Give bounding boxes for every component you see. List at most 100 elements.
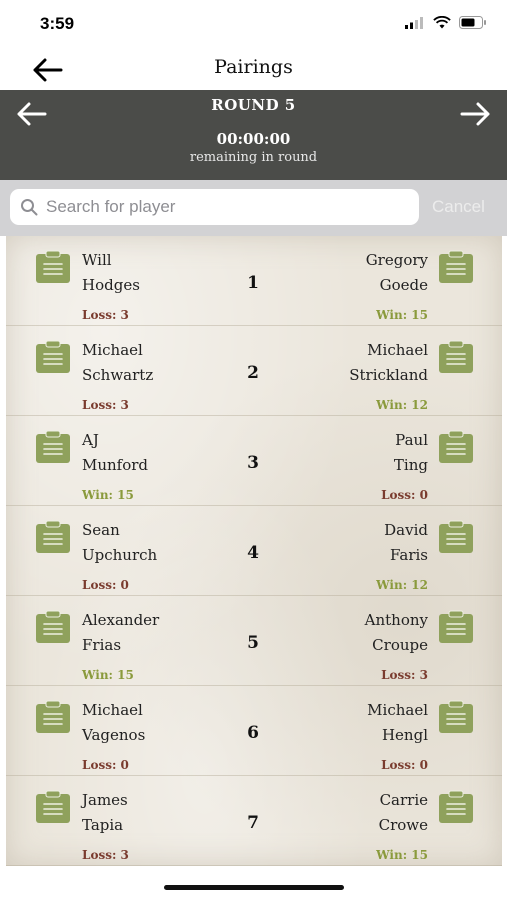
player-first-name: David <box>384 521 428 539</box>
player-name-left: Will Hodges <box>82 248 140 298</box>
status-time: 3:59 <box>40 14 75 33</box>
player-name-right: Carrie Crowe <box>379 788 428 838</box>
table-number: 7 <box>247 813 259 833</box>
table-number: 6 <box>247 723 259 743</box>
search-input[interactable] <box>46 193 406 221</box>
player-last-name: Munford <box>82 456 149 474</box>
player-first-name: Michael <box>367 341 428 359</box>
player-first-name: AJ <box>82 431 99 449</box>
status-icons <box>405 16 487 29</box>
round-label: ROUND 5 <box>211 96 296 114</box>
player-last-name: Tapia <box>82 816 124 834</box>
table-number: 3 <box>247 453 259 473</box>
clipboard-icon[interactable] <box>35 520 71 554</box>
home-indicator[interactable] <box>164 885 344 890</box>
player-first-name: Michael <box>82 341 143 359</box>
clipboard-icon[interactable] <box>438 610 474 644</box>
player-name-right: David Faris <box>384 518 428 568</box>
table-number: 4 <box>247 543 259 563</box>
player-name-right: Gregory Goede <box>366 248 428 298</box>
player-record: Loss: 3 <box>381 668 428 682</box>
clipboard-icon[interactable] <box>35 250 71 284</box>
player-name-left: AJ Munford <box>82 428 148 478</box>
next-round-button[interactable] <box>455 96 495 132</box>
player-first-name: Alexander <box>82 611 160 629</box>
pairing-row[interactable]: Michael Vagenos Loss: 0 6 Michael Hengl Loss: … <box>6 686 502 776</box>
player-first-name: Sean <box>82 521 120 539</box>
cancel-button[interactable]: Cancel <box>432 197 485 217</box>
clipboard-icon[interactable] <box>438 340 474 374</box>
arrow-right-icon <box>460 102 490 126</box>
search-icon <box>21 199 38 216</box>
status-bar: 3:59 <box>0 0 507 50</box>
player-name-left: Michael Schwartz <box>82 338 153 388</box>
battery-icon <box>459 16 486 29</box>
search-box[interactable] <box>10 189 419 225</box>
round-timer: 00:00:00 <box>216 130 291 148</box>
player-record: Loss: 0 <box>381 758 428 772</box>
pairing-row[interactable]: James Tapia Loss: 3 7 Carrie Crowe Win: 15 <box>6 776 502 866</box>
search-bar: Cancel <box>0 180 507 236</box>
clipboard-icon[interactable] <box>438 700 474 734</box>
table-number: 1 <box>247 273 259 293</box>
player-name-right: Michael Hengl <box>367 698 428 748</box>
pairing-row[interactable]: Will Hodges Loss: 3 1 Gregory Goede Win: 15 <box>6 236 502 326</box>
table-number: 2 <box>247 363 259 383</box>
clipboard-icon[interactable] <box>438 790 474 824</box>
clipboard-icon[interactable] <box>438 430 474 464</box>
clipboard-icon[interactable] <box>35 700 71 734</box>
round-header: ROUND 5 00:00:00 remaining in round <box>0 90 507 180</box>
player-name-left: James Tapia <box>82 788 128 838</box>
pairing-row[interactable]: Alexander Frias Win: 15 5 Anthony Croupe Loss:… <box>6 596 502 686</box>
player-last-name: Ting <box>393 456 428 474</box>
player-record: Loss: 0 <box>82 758 129 772</box>
player-last-name: Frias <box>82 636 122 654</box>
navigation-bar: Pairings <box>0 50 507 90</box>
player-last-name: Crowe <box>378 816 428 834</box>
player-name-left: Sean Upchurch <box>82 518 157 568</box>
player-record: Win: 15 <box>82 488 134 502</box>
player-first-name: Anthony <box>364 611 428 629</box>
player-record: Loss: 3 <box>82 398 129 412</box>
clipboard-icon[interactable] <box>438 250 474 284</box>
player-name-left: Alexander Frias <box>82 608 159 658</box>
pairing-row[interactable]: Michael Schwartz Loss: 3 2 Michael Strickland… <box>6 326 502 416</box>
clipboard-icon[interactable] <box>438 520 474 554</box>
player-last-name: Croupe <box>372 636 428 654</box>
player-first-name: James <box>82 791 128 809</box>
player-record: Win: 15 <box>376 308 428 322</box>
player-last-name: Strickland <box>349 366 428 384</box>
player-first-name: Will <box>82 251 112 269</box>
player-last-name: Faris <box>390 546 428 564</box>
player-last-name: Upchurch <box>82 546 158 564</box>
pairing-row[interactable]: Sean Upchurch Loss: 0 4 David Faris Win: 12 <box>6 506 502 596</box>
player-name-right: Anthony Croupe <box>365 608 428 658</box>
player-name-left: Michael Vagenos <box>82 698 145 748</box>
player-name-right: Michael Strickland <box>349 338 428 388</box>
player-record: Win: 12 <box>376 398 428 412</box>
player-first-name: Paul <box>395 431 428 449</box>
player-last-name: Schwartz <box>82 366 154 384</box>
player-record: Loss: 3 <box>82 308 129 322</box>
player-record: Win: 15 <box>376 848 428 862</box>
player-first-name: Michael <box>82 701 143 719</box>
pairing-row[interactable]: AJ Munford Win: 15 3 Paul Ting Loss: 0 <box>6 416 502 506</box>
player-record: Win: 15 <box>82 668 134 682</box>
player-name-right: Paul Ting <box>394 428 428 478</box>
player-first-name: Gregory <box>365 251 428 269</box>
clipboard-icon[interactable] <box>35 340 71 374</box>
clipboard-icon[interactable] <box>35 610 71 644</box>
player-record: Loss: 0 <box>381 488 428 502</box>
cellular-signal-icon <box>405 16 423 29</box>
clipboard-icon[interactable] <box>35 430 71 464</box>
player-record: Win: 12 <box>376 578 428 592</box>
player-last-name: Hengl <box>381 726 428 744</box>
player-record: Loss: 3 <box>82 848 129 862</box>
player-last-name: Hodges <box>82 276 140 294</box>
clipboard-icon[interactable] <box>35 790 71 824</box>
table-number: 5 <box>247 633 259 653</box>
wifi-icon <box>433 16 451 29</box>
page-title: Pairings <box>214 56 293 78</box>
pairings-list[interactable]: Will Hodges Loss: 3 1 Gregory Goede Win: 15 Mic… <box>6 236 502 866</box>
player-last-name: Vagenos <box>82 726 146 744</box>
